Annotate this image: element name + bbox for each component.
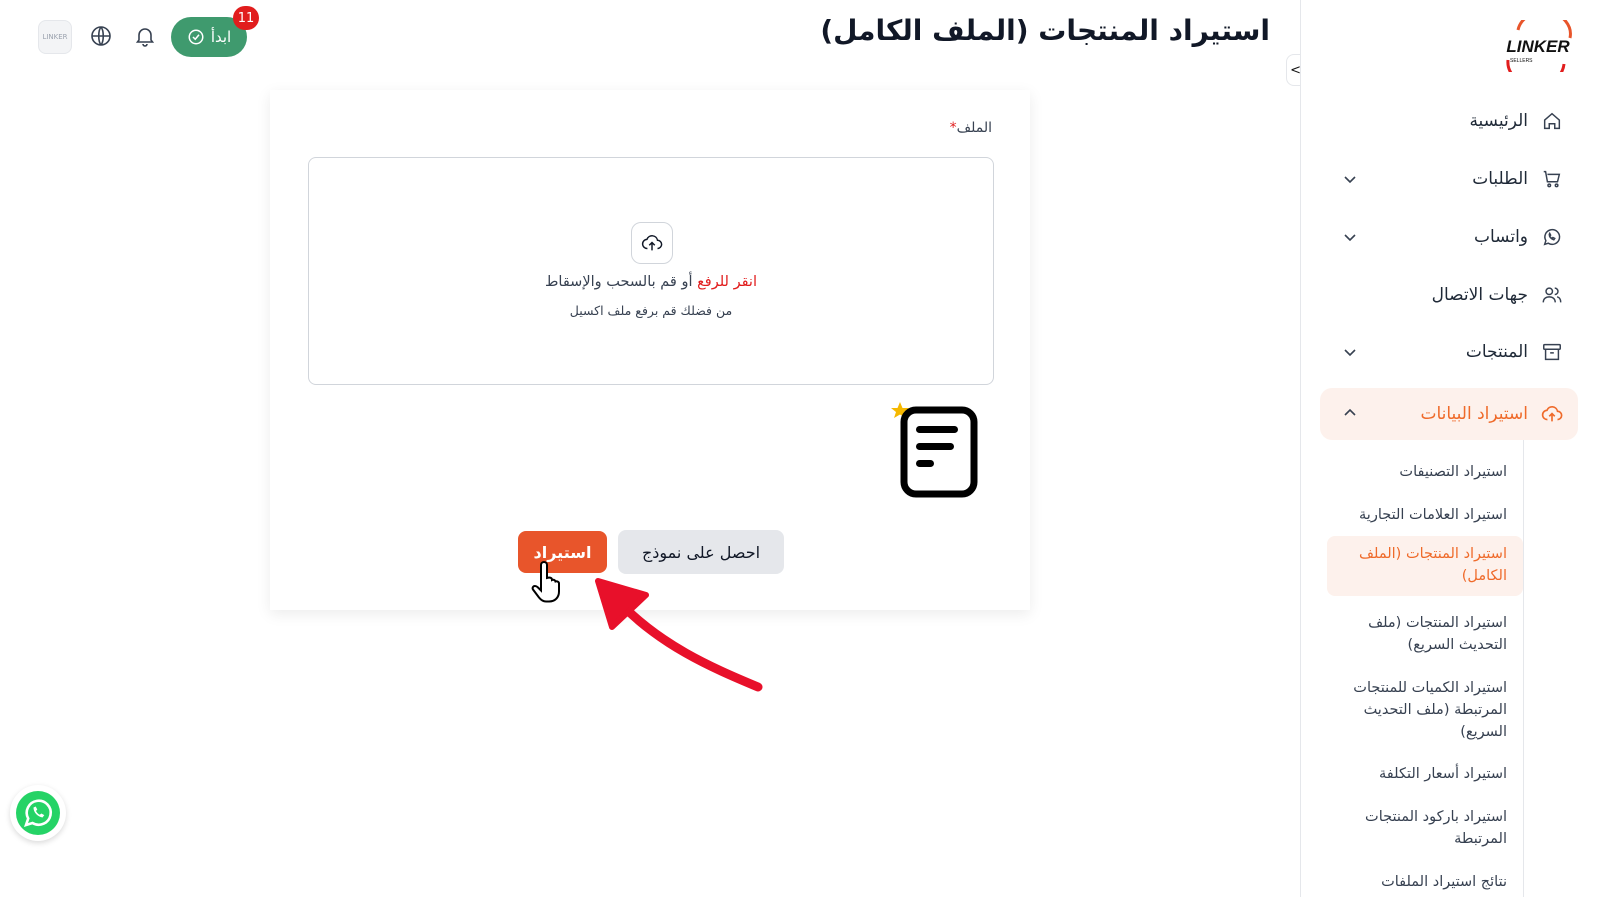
sidebar-item-label: واتساب [1473,227,1528,247]
sidebar-item-home[interactable]: الرئيسية [1320,96,1578,146]
document-icon [891,402,978,498]
sidebar-item-label: الطلبات [1472,169,1528,189]
linker-logo: LINKER SELLERS [1506,20,1572,72]
required-mark: * [949,120,957,136]
sidebar-item-label: جهات الاتصال [1431,285,1528,305]
sidebar-item-import-data[interactable]: استيراد البيانات [1320,388,1578,440]
sidebar-item-orders[interactable]: الطلبات [1320,154,1578,204]
submenu-item[interactable]: استيراد باركود المنتجات المرتبطة [1327,800,1523,856]
sidebar-item-contacts[interactable]: جهات الاتصال [1320,270,1578,320]
chevron-down-icon [1344,234,1356,242]
sidebar-item-label: الرئيسية [1469,111,1528,131]
submenu-item[interactable]: استيراد العلامات التجارية [1327,498,1523,532]
drag-drop-text: أو قم بالسحب والإسقاط [545,274,698,290]
submenu-item[interactable]: استيراد المنتجات (ملف التحديث السريع) [1327,606,1523,662]
notification-badge: 11 [233,6,259,30]
chevron-up-icon [1344,408,1356,416]
whatsapp-icon [16,791,60,835]
upload-button[interactable] [631,222,673,264]
get-template-button[interactable]: احصل على نموذج [618,530,784,574]
chevron-down-icon [1344,176,1356,184]
upload-cloud-icon [1541,405,1563,422]
submenu-item[interactable]: استيراد أسعار التكلفة [1327,757,1523,791]
file-label-text: الملف [956,120,992,136]
submenu-item[interactable]: استيراد التصنيفات [1327,455,1523,489]
sidebar-item-label: استيراد البيانات [1420,404,1528,424]
avatar[interactable]: LINKER [38,20,72,54]
sidebar-item-whatsapp[interactable]: واتساب [1320,212,1578,262]
submenu-item[interactable]: استيراد الكميات للمنتجات المرتبطة (ملف ا… [1327,671,1523,749]
users-icon [1542,287,1562,303]
dropzone-instructions: انقر للرفع أو قم بالسحب والإسقاط [309,274,993,290]
file-dropzone[interactable]: انقر للرفع أو قم بالسحب والإسقاط من فضلك… [308,157,994,385]
home-icon [1543,112,1561,130]
whatsapp-chat-button[interactable] [10,785,66,841]
cart-icon [1543,170,1561,188]
upload-cloud-icon [641,235,663,251]
hand-cursor-icon [531,560,560,603]
annotation-arrow [595,578,763,692]
page: استيراد المنتجات (الملف الكامل) LINKER ا… [0,0,1600,897]
sidebar-item-products[interactable]: المنتجات [1320,327,1578,377]
file-field-label: الملف* [950,120,992,136]
archive-icon [1543,343,1561,361]
globe-icon[interactable] [89,24,113,48]
chevron-down-icon [1344,349,1356,357]
start-button-label: ابدأ [210,28,232,46]
import-form-card: الملف* انقر للرفع أو قم بالسحب والإسقاط … [270,90,1030,610]
page-title: استيراد المنتجات (الملف الكامل) [820,14,1270,47]
dropzone-hint: من فضلك قم برفع ملف اكسيل [569,303,733,318]
bell-icon[interactable] [133,24,157,48]
check-circle-icon [188,29,204,45]
whatsapp-icon [1543,228,1561,246]
submenu-divider [1523,440,1524,897]
avatar-logo-text: LINKER [42,33,68,41]
submenu-item[interactable]: نتائج استيراد الملفات [1327,865,1523,897]
sidebar-item-label: المنتجات [1465,342,1528,362]
sidebar: LINKER SELLERS الرئيسية الطلبات واتساب ج… [1300,0,1600,897]
svg-text:SELLERS: SELLERS [1510,58,1533,64]
svg-text:LINKER: LINKER [1506,37,1570,56]
click-to-upload-link[interactable]: انقر للرفع [697,274,757,290]
submenu-item-active[interactable]: استيراد المنتجات (الملف الكامل) [1327,536,1523,596]
